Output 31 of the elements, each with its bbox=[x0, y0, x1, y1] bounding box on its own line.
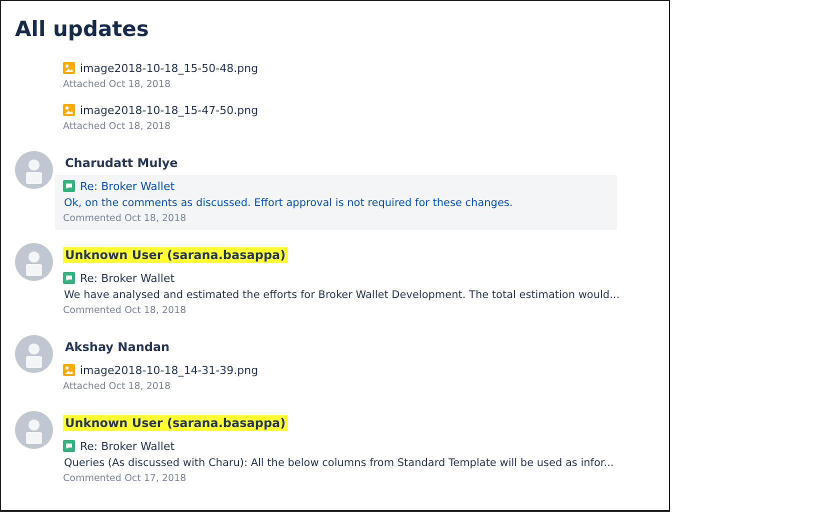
avatar-icon[interactable] bbox=[15, 243, 53, 281]
author-name[interactable]: Unknown User (sarana.basappa) bbox=[63, 247, 288, 263]
avatar-icon[interactable] bbox=[15, 151, 53, 189]
comment-excerpt: We have analysed and estimated the efforts for Broker Wallet Development. The total estimation would... bbox=[63, 288, 617, 303]
item-title-link[interactable]: Re: Broker Wallet bbox=[80, 440, 175, 452]
item-date: Commented Oct 17, 2018 bbox=[63, 472, 188, 486]
author-name[interactable]: Akshay Nandan bbox=[63, 339, 172, 355]
item-date: Attached Oct 18, 2018 bbox=[63, 120, 172, 134]
image-icon bbox=[63, 364, 75, 376]
page-title: All updates bbox=[14, 16, 150, 43]
item-title-link[interactable]: image2018-10-18_14-31-39.png bbox=[80, 364, 258, 376]
author-name[interactable]: Charudatt Mulye bbox=[63, 155, 180, 171]
item-date: Commented Oct 18, 2018 bbox=[63, 212, 188, 226]
update-item[interactable]: Re: Broker Wallet Ok, on the comments as discussed. Effort approval is not required for these changes. Commented Oct 18, 2018 bbox=[55, 175, 617, 230]
comment-icon bbox=[63, 440, 75, 452]
author-name[interactable]: Unknown User (sarana.basappa) bbox=[63, 415, 288, 431]
comment-excerpt: Ok, on the comments as discussed. Effort approval is not required for these changes. bbox=[63, 196, 514, 211]
avatar-icon[interactable] bbox=[15, 335, 53, 373]
item-title-link[interactable]: image2018-10-18_15-47-50.png bbox=[80, 104, 258, 116]
item-title-link[interactable]: Re: Broker Wallet bbox=[80, 272, 175, 284]
item-date: Attached Oct 18, 2018 bbox=[63, 380, 172, 394]
item-date: Attached Oct 18, 2018 bbox=[63, 78, 172, 92]
comment-icon bbox=[63, 180, 75, 192]
comment-excerpt: Queries (As discussed with Charu): All the below columns from Standard Template will be used as infor... bbox=[63, 456, 615, 471]
comment-icon bbox=[63, 272, 75, 284]
item-title-link[interactable]: image2018-10-18_15-50-48.png bbox=[80, 62, 258, 74]
avatar-icon[interactable] bbox=[15, 411, 53, 449]
item-title-link[interactable]: Re: Broker Wallet bbox=[80, 180, 175, 192]
image-icon bbox=[63, 62, 75, 74]
item-date: Commented Oct 18, 2018 bbox=[63, 304, 188, 318]
image-icon bbox=[63, 104, 75, 116]
